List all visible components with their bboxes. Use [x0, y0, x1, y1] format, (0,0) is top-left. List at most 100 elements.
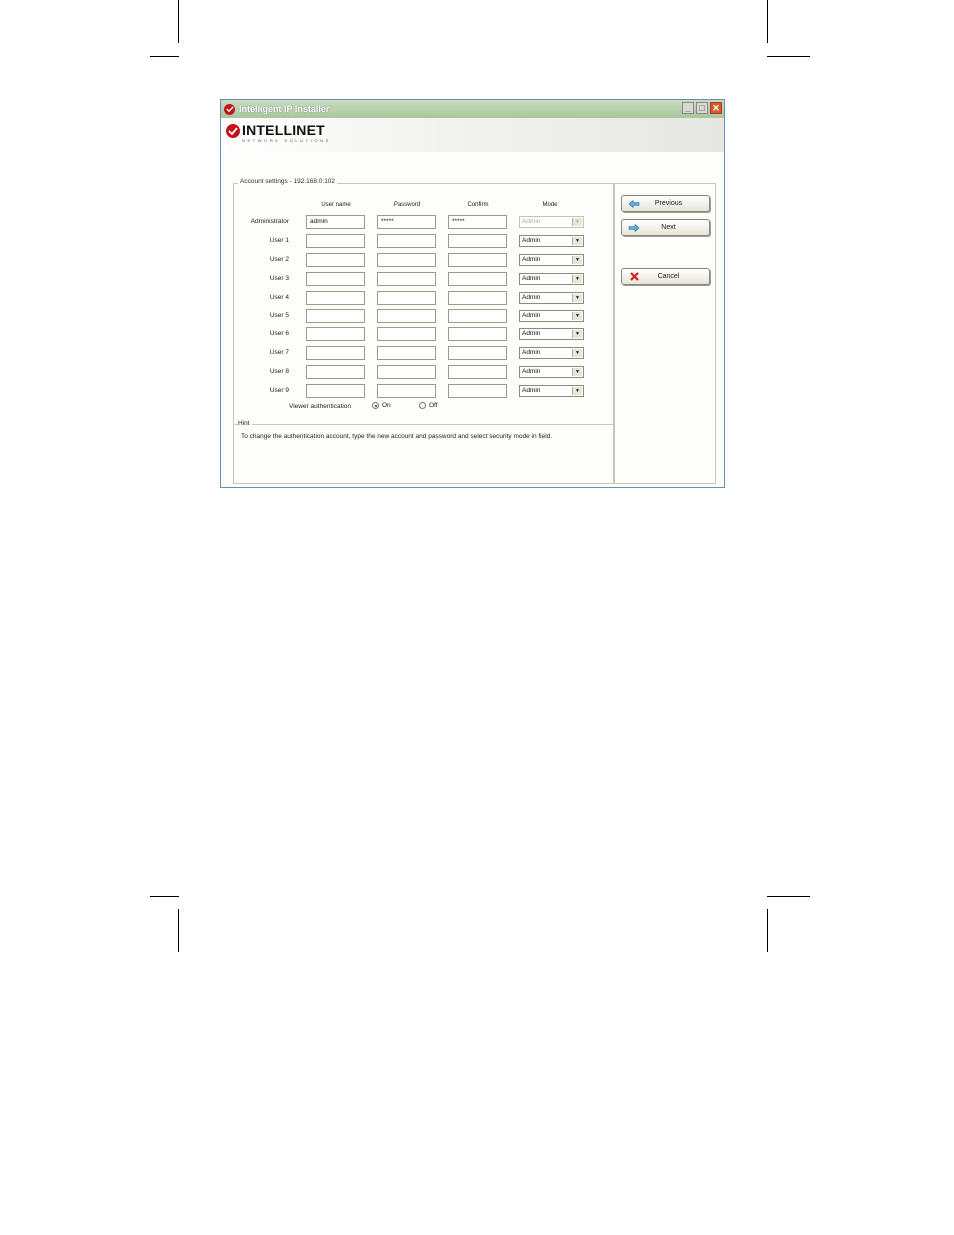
confirm-field[interactable]: ***** [448, 215, 507, 229]
mode-value: Admin [522, 275, 541, 282]
mode-value: Admin [522, 387, 541, 394]
crop-mark [767, 0, 768, 43]
mode-value: Admin [522, 349, 541, 356]
radio-on-label: On [382, 402, 391, 409]
brand-name: INTELLINET [242, 122, 325, 138]
mode-value: Admin [522, 368, 541, 375]
row-label: User 6 [269, 330, 289, 337]
close-button[interactable]: ✕ [710, 102, 722, 114]
intellinet-logo: INTELLINET NETWORK SOLUTIONS [226, 123, 331, 144]
mode-select[interactable]: Admin ▼ [519, 292, 584, 304]
mode-select[interactable]: Admin ▼ [519, 347, 584, 359]
mode-select: Admin ▼ [519, 216, 584, 228]
username-field[interactable] [306, 291, 365, 305]
confirm-field[interactable] [448, 253, 507, 267]
username-field[interactable] [306, 327, 365, 341]
username-field[interactable] [306, 384, 365, 398]
crop-mark [767, 909, 768, 952]
chevron-down-icon: ▼ [572, 330, 582, 338]
password-field[interactable] [377, 346, 436, 360]
row-label: Administrator [250, 218, 289, 225]
username-field[interactable] [306, 234, 365, 248]
confirm-field[interactable] [448, 234, 507, 248]
column-header-confirm: Confirm [467, 202, 489, 208]
group-legend: Account settings - 192.168.0.102 [238, 178, 338, 185]
minimize-button[interactable]: _ [682, 102, 694, 114]
maximize-button[interactable]: □ [696, 102, 708, 114]
radio-viewer-auth-off[interactable]: Off [419, 402, 438, 409]
password-field[interactable]: ***** [377, 215, 436, 229]
username-field[interactable] [306, 346, 365, 360]
content-area: Account settings - 192.168.0.102 User na… [221, 152, 724, 487]
mode-value: Admin [522, 218, 541, 225]
column-header-password: Password [393, 202, 421, 208]
row-label: User 8 [269, 368, 289, 375]
password-field[interactable] [377, 272, 436, 286]
radio-viewer-auth-on[interactable]: On [372, 402, 391, 409]
brand-banner: INTELLINET NETWORK SOLUTIONS [221, 118, 724, 153]
chevron-down-icon: ▼ [572, 387, 582, 395]
arrow-left-icon [626, 199, 642, 208]
username-field[interactable] [306, 253, 365, 267]
app-icon [224, 103, 235, 115]
column-header-username: User name [321, 202, 351, 208]
username-field[interactable] [306, 365, 365, 379]
row-label: User 7 [269, 349, 289, 356]
chevron-down-icon: ▼ [572, 237, 582, 245]
password-field[interactable] [377, 327, 436, 341]
crop-mark [178, 0, 179, 43]
next-button[interactable]: Next [621, 219, 710, 236]
cancel-label: Cancel [657, 273, 680, 280]
crop-mark [178, 909, 179, 952]
crop-mark [150, 896, 179, 897]
column-header-mode: Mode [542, 202, 558, 208]
mode-select[interactable]: Admin ▼ [519, 235, 584, 247]
row-label: User 3 [269, 275, 289, 282]
title-bar[interactable]: Intelligent IP Installer _ □ ✕ [221, 100, 724, 118]
radio-off-label: Off [429, 402, 438, 409]
password-field[interactable] [377, 365, 436, 379]
window-controls: _ □ ✕ [682, 102, 722, 114]
chevron-down-icon: ▼ [572, 312, 582, 320]
mode-select[interactable]: Admin ▼ [519, 310, 584, 322]
mode-value: Admin [522, 312, 541, 319]
mode-value: Admin [522, 256, 541, 263]
username-field[interactable] [306, 309, 365, 323]
mode-select[interactable]: Admin ▼ [519, 273, 584, 285]
next-label: Next [661, 224, 676, 231]
mode-select[interactable]: Admin ▼ [519, 254, 584, 266]
username-field[interactable]: admin [306, 215, 365, 229]
chevron-down-icon: ▼ [572, 275, 582, 283]
mode-select[interactable]: Admin ▼ [519, 366, 584, 378]
password-field[interactable] [377, 234, 436, 248]
cancel-button[interactable]: Cancel [621, 268, 710, 285]
previous-button[interactable]: Previous [621, 195, 710, 212]
confirm-field[interactable] [448, 327, 507, 341]
radio-selected-icon [372, 402, 379, 409]
previous-label: Previous [654, 200, 683, 207]
row-label: User 4 [269, 294, 289, 301]
row-label: User 5 [269, 312, 289, 319]
row-label: User 2 [269, 256, 289, 263]
confirm-field[interactable] [448, 272, 507, 286]
confirm-field[interactable] [448, 346, 507, 360]
mode-select[interactable]: Admin ▼ [519, 328, 584, 340]
username-field[interactable] [306, 272, 365, 286]
hint-divider [233, 424, 614, 425]
password-field[interactable] [377, 291, 436, 305]
brand-tagline: NETWORK SOLUTIONS [242, 138, 331, 143]
confirm-field[interactable] [448, 384, 507, 398]
window-title: Intelligent IP Installer [239, 104, 330, 114]
password-field[interactable] [377, 253, 436, 267]
confirm-field[interactable] [448, 291, 507, 305]
confirm-field[interactable] [448, 365, 507, 379]
chevron-down-icon: ▼ [572, 218, 582, 226]
password-field[interactable] [377, 384, 436, 398]
chevron-down-icon: ▼ [572, 349, 582, 357]
confirm-field[interactable] [448, 309, 507, 323]
row-label: User 9 [269, 387, 289, 394]
password-field[interactable] [377, 309, 436, 323]
red-x-icon [626, 272, 642, 281]
close-icon: ✕ [712, 102, 720, 113]
mode-select[interactable]: Admin ▼ [519, 385, 584, 397]
